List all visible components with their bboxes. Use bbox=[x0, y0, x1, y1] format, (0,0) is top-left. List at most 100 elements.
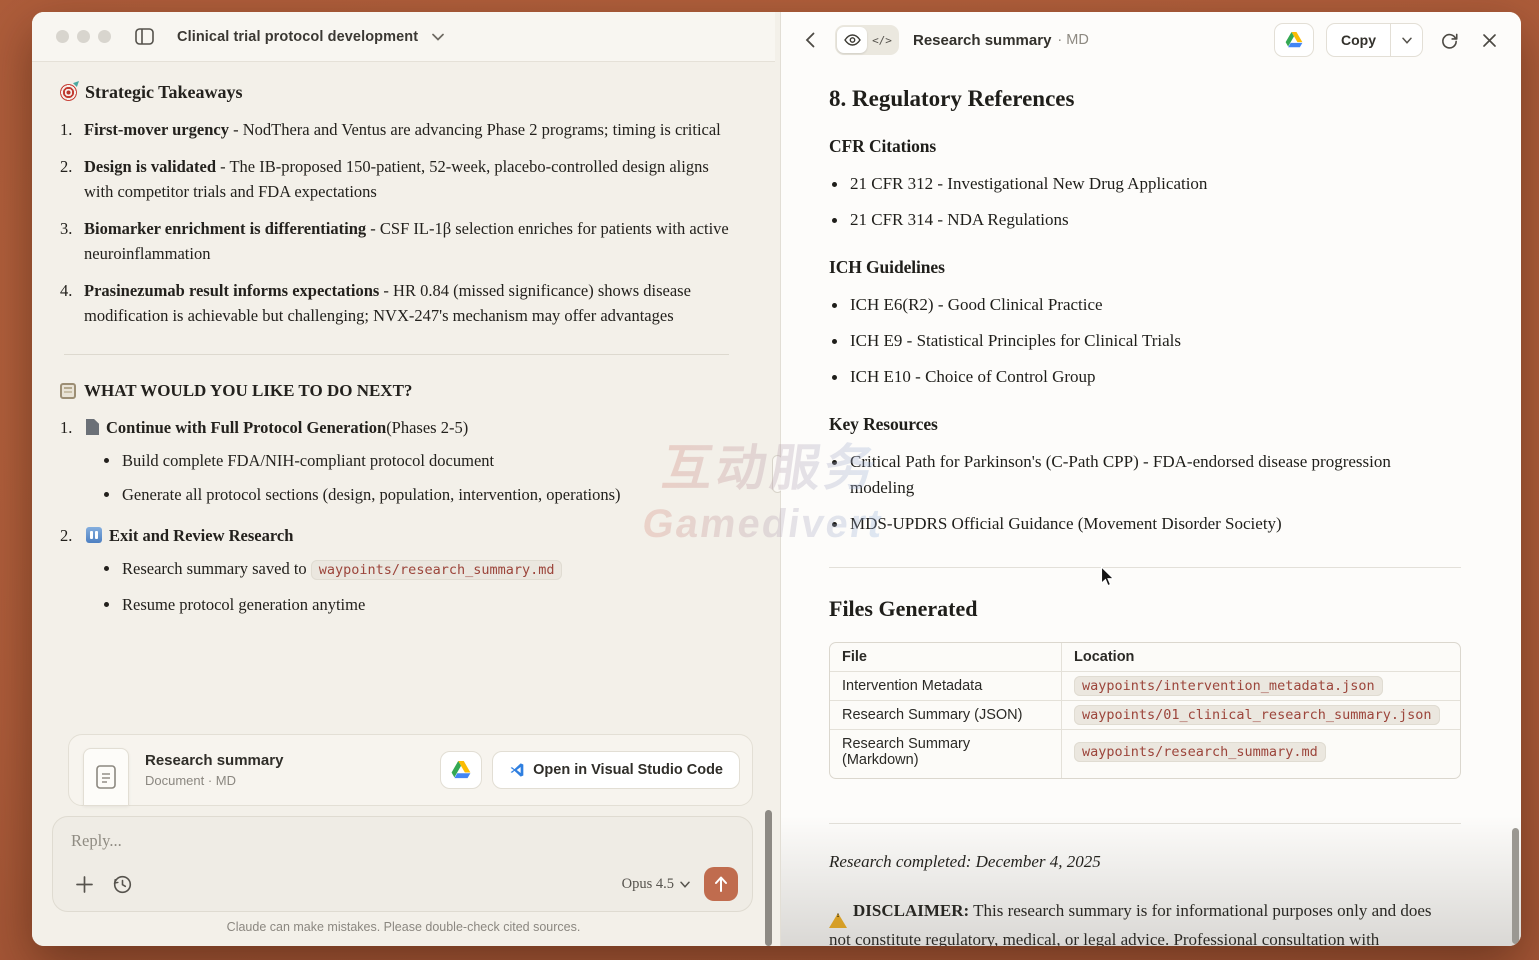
option-bullet: Build complete FDA/NIH-compliant protoco… bbox=[102, 448, 735, 473]
close-button[interactable] bbox=[1475, 26, 1503, 54]
file-path-code: waypoints/01_clinical_research_summary.j… bbox=[1074, 705, 1440, 725]
copy-dropdown-button[interactable] bbox=[1390, 24, 1422, 56]
doc-bullet: ICH E9 - Statistical Principles for Clin… bbox=[829, 328, 1449, 354]
pause-icon bbox=[86, 527, 102, 543]
google-drive-button[interactable] bbox=[440, 751, 482, 789]
arrow-up-icon bbox=[714, 876, 728, 892]
model-selector[interactable]: Opus 4.5 bbox=[622, 876, 690, 893]
list-number: 2. bbox=[60, 523, 84, 548]
files-table-row: Intervention Metadatawaypoints/intervent… bbox=[830, 672, 1460, 701]
artifact-scrollbar[interactable] bbox=[1512, 828, 1519, 944]
copy-split-button: Copy bbox=[1326, 23, 1423, 57]
doc-divider bbox=[829, 567, 1461, 568]
list-number: 2. bbox=[60, 154, 84, 204]
files-table-row: Research Summary (JSON) waypoints/01_clin… bbox=[830, 701, 1460, 730]
chevron-down-icon bbox=[1402, 37, 1412, 44]
doc-bullet: ICH E10 - Choice of Control Group bbox=[829, 364, 1449, 390]
reply-composer[interactable]: Reply... Opus 4.5 bbox=[52, 816, 753, 912]
doc-subheading: CFR Citations bbox=[829, 136, 1461, 157]
chevron-down-icon[interactable] bbox=[432, 28, 444, 46]
history-button[interactable] bbox=[109, 871, 135, 897]
option-bullets: Research summary saved to waypoints/rese… bbox=[102, 556, 735, 617]
completed-date: Research completed: December 4, 2025 bbox=[829, 852, 1461, 872]
attachment-card[interactable]: Research summary Document · MD Open in V… bbox=[68, 734, 753, 806]
minimize-traffic-light[interactable] bbox=[77, 30, 90, 43]
strategic-takeaways-heading: Strategic Takeaways bbox=[60, 82, 735, 103]
takeaways-list: 1.First-mover urgency - NodThera and Ven… bbox=[60, 117, 735, 328]
artifact-header: </> Research summary · MD Copy bbox=[781, 12, 1521, 68]
open-vscode-label: Open in Visual Studio Code bbox=[533, 762, 723, 778]
warning-icon: ! bbox=[829, 913, 847, 928]
files-table-row: Research Summary (Markdown)waypoints/res… bbox=[830, 730, 1460, 778]
chat-pane: Clinical trial protocol development Stra… bbox=[32, 12, 775, 946]
message-divider bbox=[64, 354, 729, 355]
traffic-lights[interactable] bbox=[56, 30, 111, 43]
takeaway-text: Biomarker enrichment is differentiating … bbox=[84, 216, 735, 266]
reply-input[interactable]: Reply... bbox=[71, 831, 738, 851]
conversation-title[interactable]: Clinical trial protocol development bbox=[177, 29, 418, 45]
artifact-pane: </> Research summary · MD Copy bbox=[781, 12, 1521, 946]
preview-toggle-eye-icon[interactable] bbox=[837, 27, 867, 53]
option-bullet: Generate all protocol sections (design, … bbox=[102, 482, 735, 507]
page-icon bbox=[86, 419, 99, 435]
refresh-button[interactable] bbox=[1435, 26, 1463, 54]
add-attachment-button[interactable] bbox=[71, 871, 97, 897]
doc-divider bbox=[829, 823, 1461, 824]
files-table-header-location: Location bbox=[1062, 643, 1460, 672]
close-traffic-light[interactable] bbox=[56, 30, 69, 43]
list-number: 4. bbox=[60, 278, 84, 328]
back-button[interactable] bbox=[797, 27, 823, 53]
vscode-icon bbox=[509, 762, 525, 778]
file-path-code: waypoints/research_summary.md bbox=[311, 560, 563, 580]
files-table-header-file: File bbox=[830, 643, 1062, 672]
code-toggle-icon[interactable]: </> bbox=[867, 27, 897, 53]
option-heading: 1.Continue with Full Protocol Generation… bbox=[60, 415, 735, 440]
refresh-icon bbox=[1440, 31, 1459, 50]
file-location-cell: waypoints/01_clinical_research_summary.j… bbox=[1062, 701, 1460, 730]
open-vscode-button[interactable]: Open in Visual Studio Code bbox=[492, 751, 740, 789]
doc-sections: CFR Citations 21 CFR 312 - Investigationa… bbox=[829, 136, 1461, 537]
doc-subheading: Key Resources bbox=[829, 414, 1461, 435]
artifact-title: Research summary bbox=[913, 32, 1051, 49]
doc-bullet-list: 21 CFR 312 - Investigational New Drug Ap… bbox=[829, 171, 1461, 233]
clipboard-icon bbox=[60, 383, 76, 399]
file-name-cell: Research Summary (Markdown) bbox=[830, 730, 1062, 778]
copy-button[interactable]: Copy bbox=[1327, 24, 1390, 56]
takeaway-text: First-mover urgency - NodThera and Ventu… bbox=[84, 117, 721, 142]
mouse-cursor bbox=[1100, 566, 1115, 593]
what-next-heading: WHAT WOULD YOU LIKE TO DO NEXT? bbox=[60, 381, 735, 401]
target-icon bbox=[60, 84, 77, 101]
doc-bullet-list: Critical Path for Parkinson's (C-Path CP… bbox=[829, 449, 1461, 537]
attachment-subtitle: Document · MD bbox=[145, 773, 440, 788]
option-bullet: Research summary saved to waypoints/rese… bbox=[102, 556, 735, 583]
chat-scrollbar[interactable] bbox=[765, 810, 772, 946]
list-number: 1. bbox=[60, 117, 84, 142]
maximize-traffic-light[interactable] bbox=[98, 30, 111, 43]
attachment-title: Research summary bbox=[145, 752, 440, 769]
doc-bullet: 21 CFR 314 - NDA Regulations bbox=[829, 207, 1449, 233]
takeaway-text: Design is validated - The IB-proposed 15… bbox=[84, 154, 735, 204]
option-bullet: Resume protocol generation anytime bbox=[102, 592, 735, 617]
takeaway-item: 4.Prasinezumab result informs expectatio… bbox=[60, 278, 735, 328]
takeaway-item: 2.Design is validated - The IB-proposed … bbox=[60, 154, 735, 204]
option-item: 2.Exit and Review ResearchResearch summa… bbox=[60, 523, 735, 617]
doc-subheading: ICH Guidelines bbox=[829, 257, 1461, 278]
list-number: 3. bbox=[60, 216, 84, 266]
chat-messages[interactable]: Strategic Takeaways 1.First-mover urgenc… bbox=[32, 62, 775, 728]
document-content[interactable]: 8. Regulatory References CFR Citations21… bbox=[781, 68, 1521, 946]
google-drive-icon bbox=[1285, 32, 1303, 48]
takeaway-text: Prasinezumab result informs expectations… bbox=[84, 278, 735, 328]
file-name-cell: Research Summary (JSON) bbox=[830, 701, 1062, 730]
disclaimer-footer: Claude can make mistakes. Please double-… bbox=[32, 918, 775, 946]
sidebar-toggle-icon[interactable] bbox=[133, 27, 155, 47]
file-name-cell: Intervention Metadata bbox=[830, 672, 1062, 701]
view-toggle: </> bbox=[835, 25, 899, 55]
window-titlebar: Clinical trial protocol development bbox=[32, 12, 775, 62]
option-bullets: Build complete FDA/NIH-compliant protoco… bbox=[102, 448, 735, 507]
save-to-drive-button[interactable] bbox=[1274, 23, 1314, 57]
list-number: 1. bbox=[60, 415, 84, 440]
send-button[interactable] bbox=[704, 867, 738, 901]
disclaimer-paragraph: !DISCLAIMER: This research summary is fo… bbox=[829, 898, 1449, 946]
files-table: File Location Intervention Metadatawaypo… bbox=[829, 642, 1461, 779]
doc-bullet-list: ICH E6(R2) - Good Clinical PracticeICH E… bbox=[829, 292, 1461, 390]
